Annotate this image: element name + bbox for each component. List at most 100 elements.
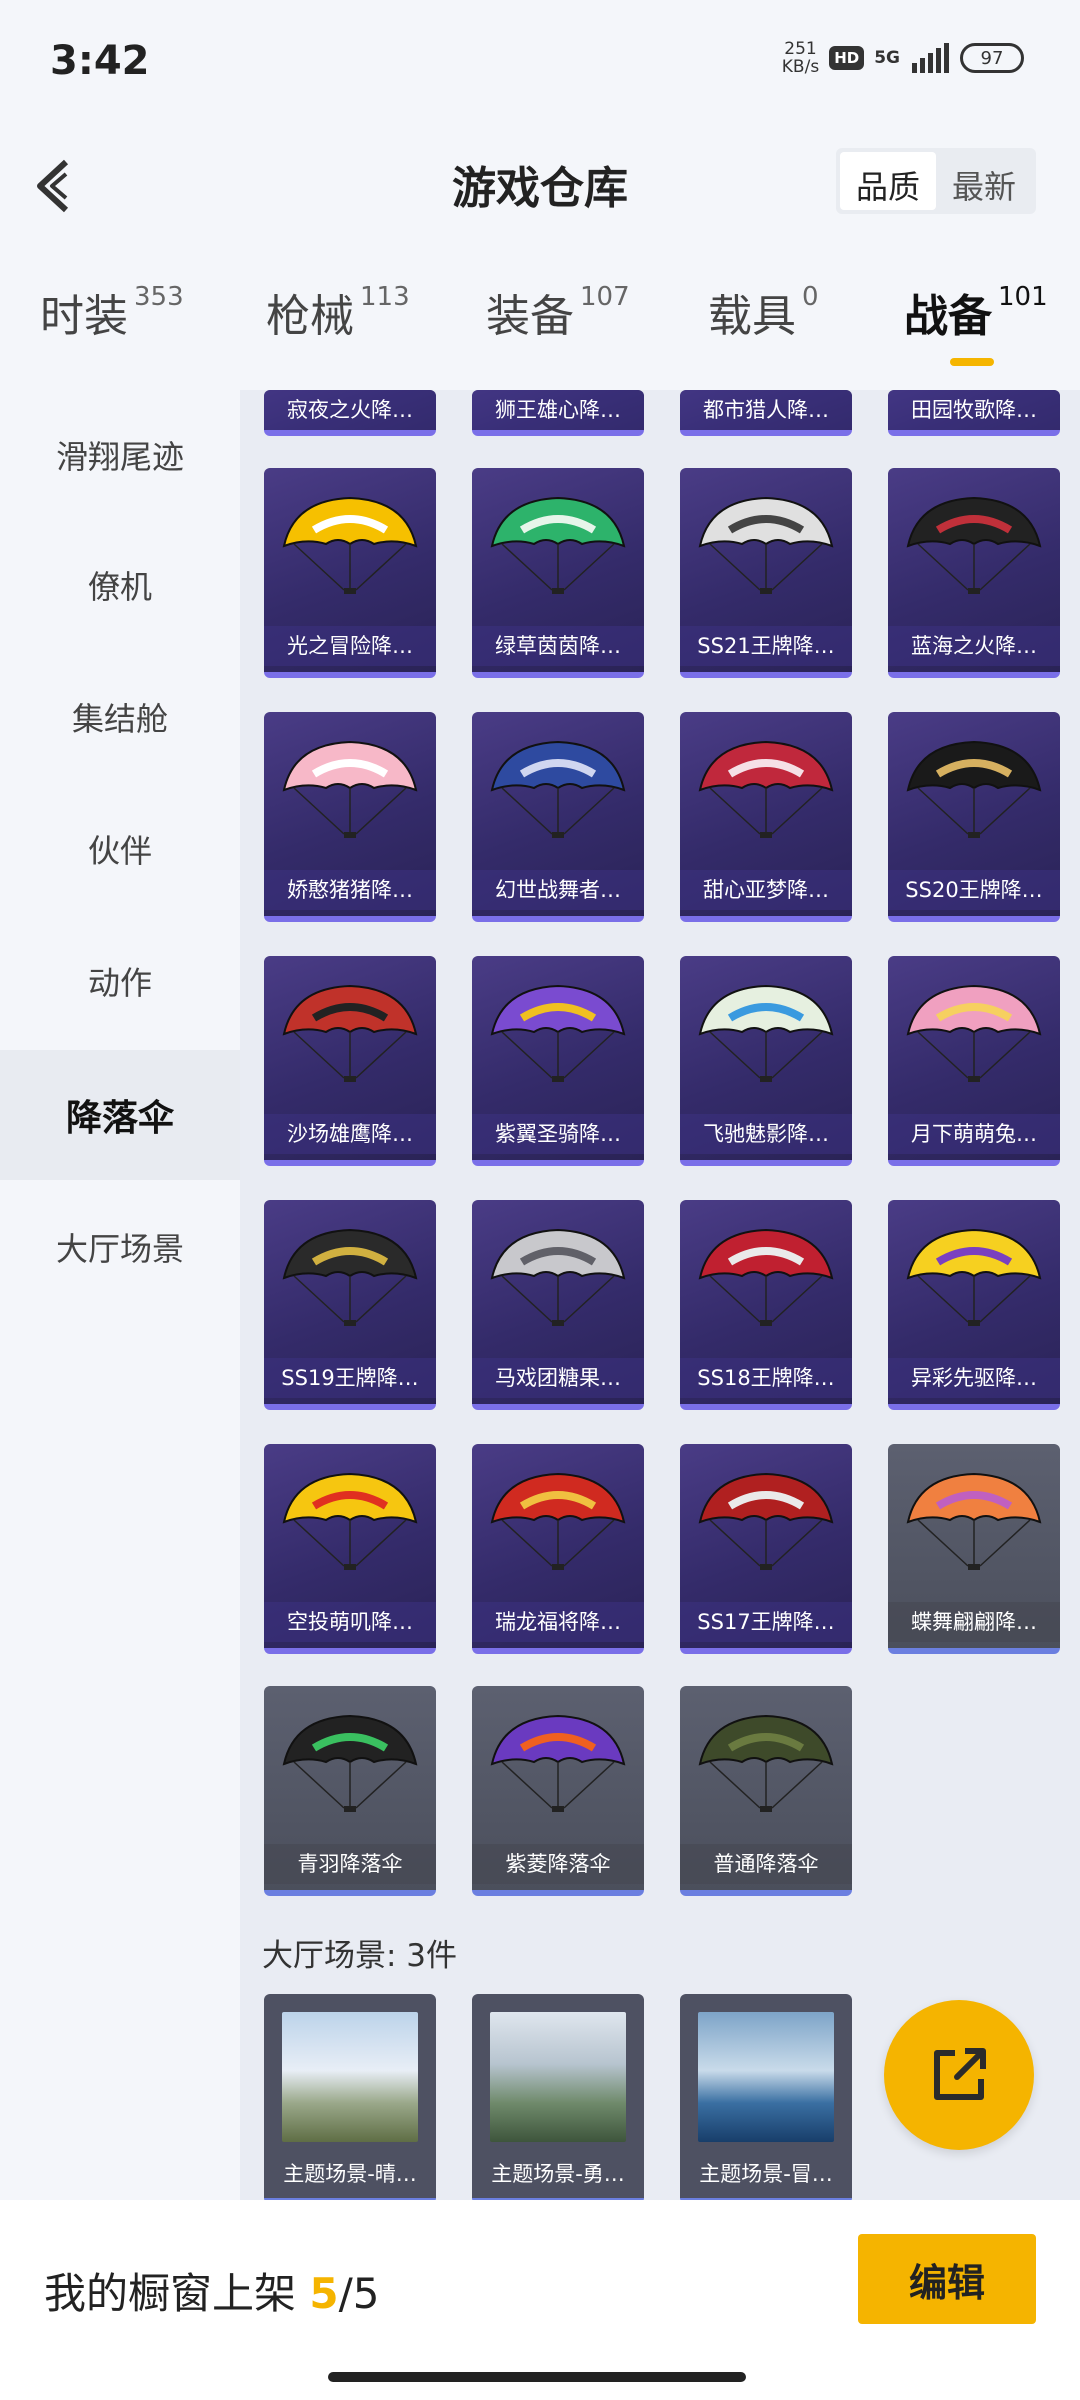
parachute-card[interactable]: SS18王牌降… bbox=[680, 1200, 852, 1410]
parachute-name: 娇憨猪猪降… bbox=[264, 870, 436, 910]
parachute-card[interactable]: 蓝海之火降… bbox=[888, 468, 1060, 678]
tab-guns[interactable]: 枪械 113 bbox=[266, 280, 410, 344]
parachute-card[interactable]: 马戏团糖果… bbox=[472, 1200, 644, 1410]
parachute-icon bbox=[698, 984, 834, 1082]
parachute-card[interactable]: 月下萌萌兔… bbox=[888, 956, 1060, 1166]
sort-toggle: 品质 最新 bbox=[835, 148, 1036, 214]
parachute-card[interactable]: 绿草茵茵降… bbox=[472, 468, 644, 678]
parachute-card[interactable]: 蝶舞翩翩降… bbox=[888, 1444, 1060, 1654]
parachute-icon bbox=[490, 984, 626, 1082]
parachute-name: 普通降落伞 bbox=[680, 1844, 852, 1884]
sidebar-item-rally-pod[interactable]: 集结舱 bbox=[0, 652, 240, 782]
share-button[interactable] bbox=[884, 2000, 1034, 2150]
sort-latest-button[interactable]: 最新 bbox=[936, 152, 1032, 210]
status-bar: 3:42 251 KB/s HD 5G 97 bbox=[0, 0, 1080, 130]
parachute-icon bbox=[282, 740, 418, 838]
parachute-name: 沙场雄鹰降… bbox=[264, 1114, 436, 1154]
sidebar: 滑翔尾迹 僚机 集结舱 伙伴 动作 降落伞 大厅场景 bbox=[0, 390, 240, 2200]
battery-icon: 97 bbox=[960, 43, 1024, 73]
tab-preparations[interactable]: 战备 101 bbox=[904, 280, 1048, 344]
parachute-name: 狮王雄心降… bbox=[472, 390, 644, 430]
parachute-card[interactable]: 紫翼圣骑降… bbox=[472, 956, 644, 1166]
parachute-card[interactable]: 狮王雄心降… bbox=[472, 390, 644, 436]
hd-icon: HD bbox=[829, 46, 865, 70]
parachute-card[interactable]: 寂夜之火降… bbox=[264, 390, 436, 436]
parachute-icon bbox=[490, 1472, 626, 1570]
home-indicator bbox=[328, 2372, 746, 2382]
parachute-name: 寂夜之火降… bbox=[264, 390, 436, 430]
parachute-name: 空投萌叽降… bbox=[264, 1602, 436, 1642]
parachute-name: 绿草茵茵降… bbox=[472, 626, 644, 666]
sidebar-item-glide-trail[interactable]: 滑翔尾迹 bbox=[0, 390, 240, 520]
parachute-name: 马戏团糖果… bbox=[472, 1358, 644, 1398]
parachute-name: 飞驰魅影降… bbox=[680, 1114, 852, 1154]
parachute-icon bbox=[698, 1714, 834, 1812]
parachute-card[interactable]: 青羽降落伞 bbox=[264, 1686, 436, 1896]
sidebar-item-lobby-scene[interactable]: 大厅场景 bbox=[0, 1182, 240, 1312]
parachute-card[interactable]: SS17王牌降… bbox=[680, 1444, 852, 1654]
parachute-card[interactable]: 光之冒险降… bbox=[264, 468, 436, 678]
category-tabs: 时装 353 枪械 113 装备 107 载具 0 战备 101 bbox=[0, 280, 1080, 380]
sidebar-item-wingman[interactable]: 僚机 bbox=[0, 520, 240, 650]
bottom-bar: 我的橱窗上架 5/5 编辑 bbox=[0, 2200, 1080, 2400]
parachute-card[interactable]: 沙场雄鹰降… bbox=[264, 956, 436, 1166]
parachute-card[interactable]: 异彩先驱降… bbox=[888, 1200, 1060, 1410]
sort-quality-button[interactable]: 品质 bbox=[839, 152, 936, 210]
section-title-lobby-scene: 大厅场景: 3件 bbox=[262, 1938, 458, 1974]
parachute-card[interactable]: 田园牧歌降… bbox=[888, 390, 1060, 436]
parachute-name: 蓝海之火降… bbox=[888, 626, 1060, 666]
parachute-icon bbox=[490, 1714, 626, 1812]
parachute-name: 瑞龙福将降… bbox=[472, 1602, 644, 1642]
parachute-name: SS17王牌降… bbox=[680, 1602, 852, 1642]
scene-thumbnail bbox=[490, 2012, 626, 2142]
status-time: 3:42 bbox=[50, 38, 150, 84]
parachute-card[interactable]: 甜心亚梦降… bbox=[680, 712, 852, 922]
edit-button[interactable]: 编辑 bbox=[858, 2234, 1036, 2324]
sidebar-item-companion[interactable]: 伙伴 bbox=[0, 784, 240, 914]
parachute-name: 田园牧歌降… bbox=[888, 390, 1060, 430]
parachute-card[interactable]: 都市猎人降… bbox=[680, 390, 852, 436]
scene-thumbnail bbox=[698, 2012, 834, 2142]
parachute-card[interactable]: 飞驰魅影降… bbox=[680, 956, 852, 1166]
share-icon bbox=[934, 2048, 986, 2100]
network-type: 5G bbox=[874, 48, 900, 68]
parachute-card[interactable]: SS19王牌降… bbox=[264, 1200, 436, 1410]
parachute-icon bbox=[698, 496, 834, 594]
parachute-card[interactable]: 普通降落伞 bbox=[680, 1686, 852, 1896]
parachute-name: 光之冒险降… bbox=[264, 626, 436, 666]
parachute-name: SS21王牌降… bbox=[680, 626, 852, 666]
tab-fashion[interactable]: 时装 353 bbox=[40, 280, 184, 344]
tab-vehicles[interactable]: 载具 0 bbox=[708, 280, 819, 344]
sidebar-item-parachute[interactable]: 降落伞 bbox=[0, 1050, 240, 1180]
status-icons: 251 KB/s HD 5G 97 bbox=[782, 40, 1024, 76]
parachute-card[interactable]: 空投萌叽降… bbox=[264, 1444, 436, 1654]
parachute-card[interactable]: 幻世战舞者… bbox=[472, 712, 644, 922]
parachute-icon bbox=[490, 496, 626, 594]
app-header: 游戏仓库 品质 最新 bbox=[0, 130, 1080, 240]
scene-card[interactable]: 主题场景-勇… bbox=[472, 1994, 644, 2204]
parachute-card[interactable]: SS20王牌降… bbox=[888, 712, 1060, 922]
item-grid: 寂夜之火降… 狮王雄心降… 都市猎人降… 田园牧歌降… 光之冒险降… 绿草茵茵降… SS21… bbox=[240, 390, 1080, 2200]
parachute-icon bbox=[906, 1472, 1042, 1570]
parachute-card[interactable]: 紫菱降落伞 bbox=[472, 1686, 644, 1896]
parachute-card[interactable]: SS21王牌降… bbox=[680, 468, 852, 678]
scene-thumbnail bbox=[282, 2012, 418, 2142]
sidebar-item-emote[interactable]: 动作 bbox=[0, 916, 240, 1046]
parachute-icon bbox=[698, 1228, 834, 1326]
scene-card[interactable]: 主题场景-晴… bbox=[264, 1994, 436, 2204]
parachute-icon bbox=[698, 1472, 834, 1570]
parachute-icon bbox=[698, 740, 834, 838]
parachute-card[interactable]: 瑞龙福将降… bbox=[472, 1444, 644, 1654]
parachute-name: SS18王牌降… bbox=[680, 1358, 852, 1398]
parachute-name: 都市猎人降… bbox=[680, 390, 852, 430]
tab-equipment[interactable]: 装备 107 bbox=[486, 280, 630, 344]
parachute-icon bbox=[906, 740, 1042, 838]
signal-icon bbox=[912, 43, 949, 73]
parachute-card[interactable]: 娇憨猪猪降… bbox=[264, 712, 436, 922]
scene-card[interactable]: 主题场景-冒… bbox=[680, 1994, 852, 2204]
parachute-name: 青羽降落伞 bbox=[264, 1844, 436, 1884]
active-tab-indicator bbox=[950, 358, 994, 366]
network-speed: 251 KB/s bbox=[781, 39, 820, 77]
parachute-icon bbox=[282, 984, 418, 1082]
parachute-name: 甜心亚梦降… bbox=[680, 870, 852, 910]
